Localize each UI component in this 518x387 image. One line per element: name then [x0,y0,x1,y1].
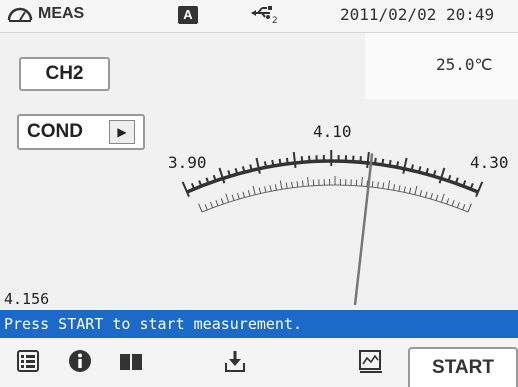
scale-tick [382,159,383,165]
scale-tick [403,169,404,174]
scale-tick [367,163,368,168]
scale-tick [297,181,298,187]
scale-tick [292,182,293,188]
scale-tick [394,184,395,190]
scale-tick [259,169,260,174]
scale-tick [362,177,363,186]
scale-tick [219,168,222,178]
scale-ticks-minor [199,176,472,212]
scale-tick [409,188,410,194]
scale-label-min: 3.90 [168,153,207,172]
scale-tick [441,168,444,178]
scale-tick [302,181,303,187]
scale-tick [216,200,218,206]
scale-tick [280,180,281,189]
scale-tick [265,186,266,192]
scale-tick [308,177,309,186]
measured-value: 4.156 [4,290,49,308]
scale-tick [378,182,379,188]
scale-label-max: 4.30 [470,153,509,172]
scale-tick [420,190,422,196]
scale-tick [436,195,438,201]
scale-tick [275,184,276,190]
scale-ticks-major [183,150,483,197]
scale-arc-major [187,161,478,192]
scale-tick [431,193,433,199]
scale-tick [248,190,250,196]
scale-tick [360,156,361,162]
graph-icon[interactable] [358,348,384,374]
scale-tick [286,183,287,189]
scale-tick [253,186,255,195]
info-icon[interactable] [67,348,93,374]
scale-tick [419,166,420,172]
scale-tick [295,163,296,168]
scale-tick [257,158,259,169]
scale-tick [441,194,444,203]
scale-tick [265,161,266,167]
scale-tick [243,192,245,198]
scale-tick [302,156,303,162]
scale-tick [375,158,376,164]
scale-tick [368,152,369,163]
scale-tick [404,186,405,192]
scale-tick [199,204,202,212]
scale-tick [226,194,229,203]
scale-label-mid: 4.10 [313,122,352,141]
scale-tick [463,204,465,210]
scale-tick [250,165,251,171]
scale-tick [390,160,391,166]
scale-tick [287,158,288,164]
scale-tick [238,193,240,199]
scale-tick [183,182,187,192]
scale-tick [404,158,406,169]
scale-tick [221,198,223,204]
scale-tick [270,185,271,191]
scale-tick [272,160,273,166]
scale-arc-minor [202,185,468,212]
start-button[interactable]: START [408,347,518,387]
scale-tick [478,182,482,192]
scale-tick [372,181,373,187]
scale-tick [388,180,389,189]
scale-tick [383,183,384,189]
scale-tick [412,165,413,171]
scale-tick [259,188,260,194]
meter-needle [355,153,372,305]
scale-tick [232,195,234,201]
scale-tick [457,202,459,208]
scale-tick [294,152,295,163]
scale-tick [415,186,417,195]
scale-tick [205,204,207,210]
status-message-bar: Press START to start measurement. [0,310,518,338]
book-icon[interactable] [118,348,144,374]
scale-tick [397,161,398,167]
scale-tick [425,192,427,198]
list-icon[interactable] [15,348,41,374]
scale-tick [399,185,400,191]
scale-tick [447,198,449,204]
save-download-icon[interactable] [222,348,248,374]
scale-tick [211,202,213,208]
scale-tick [280,159,281,165]
scale-tick [452,200,454,206]
scale-tick [468,204,471,212]
